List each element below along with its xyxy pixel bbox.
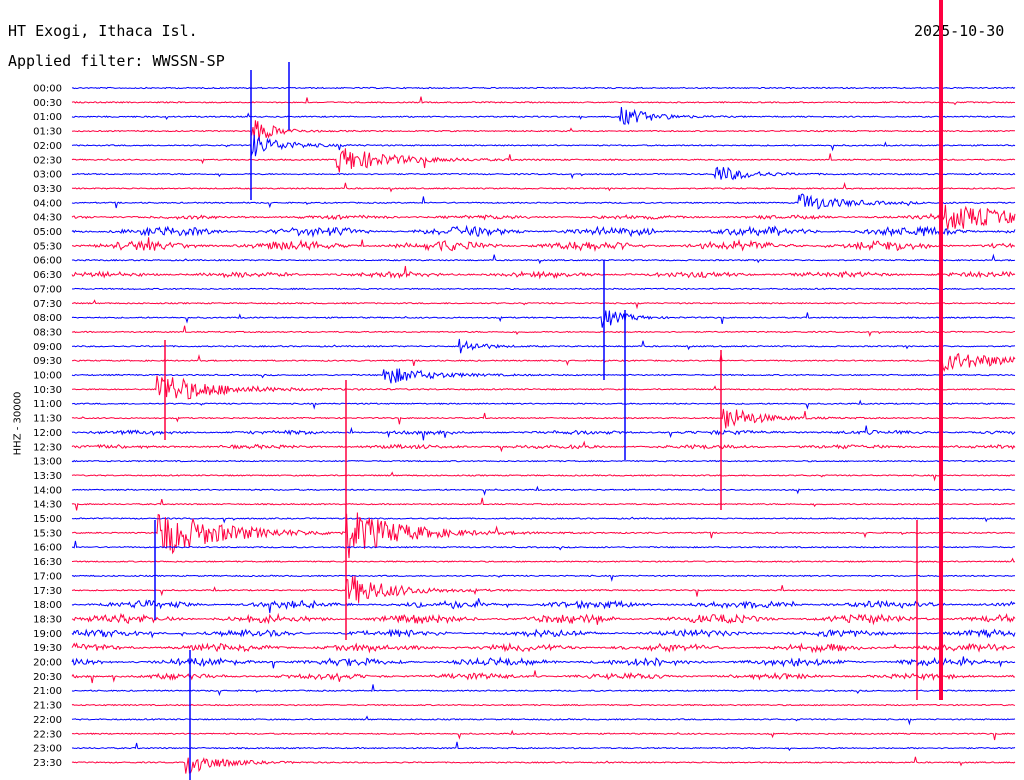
- row-time-label: 13:00: [33, 457, 62, 468]
- row-time-label: 23:30: [33, 758, 62, 769]
- trace-row: [71, 756, 1016, 774]
- trace-row: [71, 352, 1016, 372]
- row-time-label: 13:30: [33, 471, 62, 482]
- trace-row: [71, 656, 1016, 669]
- trace-row: [72, 512, 1016, 559]
- trace-row: [71, 612, 1016, 626]
- trace-row: [71, 408, 1016, 429]
- trace-row: [71, 471, 1016, 482]
- trace-row: [71, 287, 1016, 291]
- trace-row: [71, 265, 1016, 280]
- trace-row: [71, 134, 1016, 157]
- trace-row: [71, 224, 1016, 238]
- row-time-label: 02:00: [33, 141, 62, 152]
- trace-row: [71, 120, 1016, 141]
- row-time-label: 04:00: [33, 198, 62, 209]
- row-time-label: 00:30: [33, 98, 62, 109]
- trace-row: [71, 375, 1016, 400]
- trace-row: [71, 368, 1016, 384]
- row-time-label: 21:30: [33, 701, 62, 712]
- row-time-label: 15:30: [33, 528, 62, 539]
- trace-row: [71, 575, 1016, 603]
- row-time-label: 05:00: [33, 227, 62, 238]
- row-time-label: 01:00: [33, 112, 62, 123]
- trace-row: [71, 497, 1016, 511]
- trace-row: [71, 399, 1016, 410]
- row-time-label: 00:00: [33, 84, 62, 95]
- trace-row: [71, 598, 1016, 614]
- trace-row: [71, 325, 1016, 337]
- row-time-label: 16:30: [33, 557, 62, 568]
- trace-row: [71, 741, 1016, 752]
- row-time-label: 02:30: [33, 155, 62, 166]
- row-time-label: 08:30: [33, 327, 62, 338]
- row-time-label: 08:00: [33, 313, 62, 324]
- trace-row: [71, 86, 1016, 90]
- helicorder-plot: 00:00 00:30 01:00 01:30 02:00 02:30 03:00 03:30…: [33, 0, 1016, 780]
- row-time-label: 09:00: [33, 342, 62, 353]
- row-time-label: 22:00: [33, 715, 62, 726]
- row-time-label: 17:00: [33, 571, 62, 582]
- trace-row: [71, 106, 1016, 126]
- row-time-label: 11:00: [33, 399, 62, 410]
- trace-row: [71, 204, 1016, 230]
- trace-row: [71, 440, 1016, 453]
- trace-row: [71, 310, 1016, 328]
- trace-row: [71, 485, 1016, 496]
- row-time-label: 12:00: [33, 428, 62, 439]
- row-time-label: 11:30: [33, 414, 62, 425]
- seismic-traces: [71, 0, 1016, 780]
- trace-row: [71, 425, 1016, 441]
- trace-row: [71, 540, 1016, 551]
- row-time-label: 22:30: [33, 729, 62, 740]
- row-time-label: 18:00: [33, 600, 62, 611]
- trace-row: [71, 237, 1016, 252]
- row-time-label: 07:30: [33, 299, 62, 310]
- row-time-label: 07:00: [33, 284, 62, 295]
- trace-row: [71, 729, 1016, 741]
- row-time-label: 05:30: [33, 241, 62, 252]
- row-time-label: 06:00: [33, 256, 62, 267]
- trace-row: [71, 670, 1016, 684]
- row-time-label: 20:30: [33, 672, 62, 683]
- row-time-label: 03:30: [33, 184, 62, 195]
- trace-row: [71, 459, 1016, 463]
- trace-row: [71, 574, 1016, 582]
- row-time-label: 23:00: [33, 744, 62, 755]
- trace-row: [71, 148, 1016, 173]
- trace-row: [71, 193, 1016, 210]
- row-labels: 00:00 00:30 01:00 01:30 02:00 02:30 03:00 03:30…: [33, 84, 62, 769]
- row-time-label: 14:30: [33, 500, 62, 511]
- trace-row: [71, 715, 1016, 726]
- trace-row: [72, 557, 1016, 563]
- row-time-label: 12:30: [33, 442, 62, 453]
- row-time-label: 15:00: [33, 514, 62, 525]
- row-time-label: 20:00: [33, 658, 62, 669]
- row-time-label: 21:00: [33, 686, 62, 697]
- row-time-label: 04:30: [33, 213, 62, 224]
- row-time-label: 16:00: [33, 543, 62, 554]
- trace-row: [71, 181, 1016, 193]
- row-time-label: 01:30: [33, 127, 62, 138]
- row-time-label: 19:30: [33, 643, 62, 654]
- row-time-label: 19:00: [33, 629, 62, 640]
- row-time-label: 06:30: [33, 270, 62, 281]
- trace-row: [71, 628, 1016, 639]
- trace-row: [71, 338, 1016, 354]
- trace-row: [71, 642, 1015, 654]
- trace-row: [71, 512, 1015, 524]
- row-time-label: 17:30: [33, 586, 62, 597]
- row-time-label: 09:30: [33, 356, 62, 367]
- trace-row: [71, 96, 1016, 106]
- trace-row: [71, 253, 1016, 265]
- trace-row: [71, 166, 1016, 181]
- trace-row: [71, 703, 1016, 707]
- row-time-label: 03:00: [33, 170, 62, 181]
- row-time-label: 18:30: [33, 614, 62, 625]
- row-time-label: 14:00: [33, 485, 62, 496]
- trace-row: [71, 684, 1015, 697]
- row-time-label: 10:30: [33, 385, 62, 396]
- row-time-label: 10:00: [33, 371, 62, 382]
- trace-row: [71, 299, 1016, 310]
